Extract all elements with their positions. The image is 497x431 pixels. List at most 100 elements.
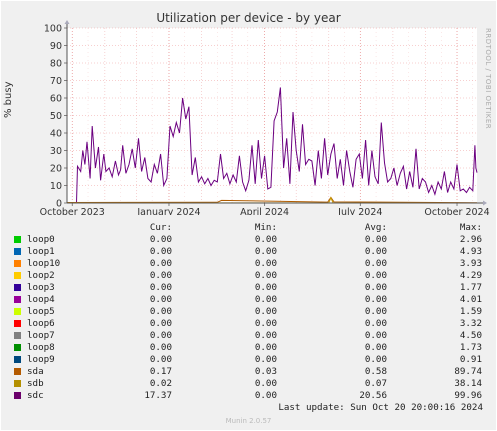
legend-max: 1.59 <box>459 306 482 317</box>
x-tick-labels: October 2023 January 2024 April 2024 July 2… <box>40 207 490 215</box>
legend-min: 0.00 <box>254 330 277 341</box>
legend-avg: 20.56 <box>359 390 387 401</box>
legend-avg: 0.00 <box>364 354 387 365</box>
legend-row-sda: sda 0.17 0.03 0.58 89.74 <box>12 366 490 378</box>
legend-min: 0.03 <box>254 366 277 377</box>
legend-row-loop3: loop3 0.00 0.00 0.00 1.77 <box>12 282 490 294</box>
legend-max: 1.77 <box>459 282 482 293</box>
legend-name: sdb <box>27 378 44 389</box>
legend-name: sdc <box>27 390 44 401</box>
legend-name: loop9 <box>27 354 55 365</box>
legend-swatch <box>14 392 21 399</box>
header-avg: Avg: <box>364 222 387 233</box>
legend-row-loop4: loop4 0.00 0.00 0.00 4.01 <box>12 294 490 306</box>
y-tick-label: 30 <box>50 146 62 157</box>
legend-name: loop10 <box>27 258 61 269</box>
legend-cur: 0.00 <box>149 354 172 365</box>
legend-max: 0.91 <box>459 354 482 365</box>
y-tick-label: 100 <box>44 24 62 35</box>
legend-swatch <box>14 320 21 327</box>
legend-avg: 0.00 <box>364 306 387 317</box>
y-tick-label: 80 <box>50 59 62 70</box>
x-tick-label: July 2024 <box>337 207 382 215</box>
legend-name: loop0 <box>27 234 55 245</box>
legend-max: 2.96 <box>459 234 482 245</box>
legend-min: 0.00 <box>254 234 277 245</box>
legend-avg: 0.00 <box>364 294 387 305</box>
legend-swatch <box>14 296 21 303</box>
legend-max: 4.01 <box>459 294 482 305</box>
legend-name: sda <box>27 366 44 377</box>
legend-name: loop6 <box>27 318 55 329</box>
legend-cur: 0.00 <box>149 342 172 353</box>
legend-swatch <box>14 368 21 375</box>
y-tick-labels: 0102030405060708090100 <box>44 24 62 210</box>
legend-avg: 0.00 <box>364 258 387 269</box>
legend-min: 0.00 <box>254 282 277 293</box>
x-tick-label: January 2024 <box>136 207 200 215</box>
legend-row-loop8: loop8 0.00 0.00 0.00 1.73 <box>12 342 490 354</box>
legend-header: Cur: Min: Avg: Max: <box>12 222 490 234</box>
legend-cur: 17.37 <box>144 390 172 401</box>
utilization-chart: 0102030405060708090100 October 2023 Janua… <box>40 20 490 215</box>
legend-name: loop3 <box>27 282 55 293</box>
legend-cur: 0.00 <box>149 306 172 317</box>
legend-cur: 0.00 <box>149 258 172 269</box>
legend-cur: 0.00 <box>149 270 172 281</box>
legend-min: 0.00 <box>254 306 277 317</box>
legend-swatch <box>14 272 21 279</box>
x-tick-label: April 2024 <box>240 207 289 215</box>
legend-min: 0.00 <box>254 294 277 305</box>
legend-cur: 0.00 <box>149 246 172 257</box>
legend-cur: 0.00 <box>149 282 172 293</box>
legend-name: loop5 <box>27 306 55 317</box>
legend-avg: 0.58 <box>364 366 387 377</box>
legend-avg: 0.00 <box>364 318 387 329</box>
legend-avg: 0.00 <box>364 270 387 281</box>
legend-cur: 0.00 <box>149 234 172 245</box>
legend-min: 0.00 <box>254 318 277 329</box>
legend-cur: 0.02 <box>149 378 172 389</box>
legend-min: 0.00 <box>254 258 277 269</box>
legend-max: 4.29 <box>459 270 482 281</box>
legend-swatch <box>14 380 21 387</box>
legend-max: 38.14 <box>454 378 482 389</box>
legend-name: loop4 <box>27 294 55 305</box>
legend-row-loop6: loop6 0.00 0.00 0.00 3.32 <box>12 318 490 330</box>
legend-row-loop2: loop2 0.00 0.00 0.00 4.29 <box>12 270 490 282</box>
legend-max: 99.96 <box>454 390 482 401</box>
header-cur: Cur: <box>149 222 172 233</box>
legend-min: 0.00 <box>254 354 277 365</box>
legend-row-loop10: loop10 0.00 0.00 0.00 3.93 <box>12 258 490 270</box>
legend-swatch <box>14 236 21 243</box>
y-tick-label: 50 <box>50 111 62 122</box>
legend-row-loop9: loop9 0.00 0.00 0.00 0.91 <box>12 354 490 366</box>
legend-swatch <box>14 356 21 363</box>
legend-swatch <box>14 284 21 291</box>
legend-row-loop7: loop7 0.00 0.00 0.00 4.50 <box>12 330 490 342</box>
legend-avg: 0.00 <box>364 246 387 257</box>
legend-avg: 0.07 <box>364 378 387 389</box>
header-min: Min: <box>254 222 277 233</box>
legend-swatch <box>14 344 21 351</box>
legend-cur: 0.00 <box>149 318 172 329</box>
legend-cur: 0.00 <box>149 294 172 305</box>
legend-max: 1.73 <box>459 342 482 353</box>
legend-swatch <box>14 332 21 339</box>
legend-avg: 0.00 <box>364 330 387 341</box>
legend-row-loop5: loop5 0.00 0.00 0.00 1.59 <box>12 306 490 318</box>
x-axis-arrow <box>483 200 487 206</box>
legend-max: 4.93 <box>459 246 482 257</box>
legend-avg: 0.00 <box>364 234 387 245</box>
legend-swatch <box>14 260 21 267</box>
y-tick-label: 10 <box>50 181 62 192</box>
y-tick-label: 40 <box>50 129 62 140</box>
legend-row-sdb: sdb 0.02 0.00 0.07 38.14 <box>12 378 490 390</box>
legend-swatch <box>14 308 21 315</box>
x-tick-label: October 2023 <box>40 207 105 215</box>
legend-swatch <box>14 248 21 255</box>
legend-min: 0.00 <box>254 390 277 401</box>
x-tick-label: October 2024 <box>424 207 489 215</box>
legend-name: loop7 <box>27 330 55 341</box>
legend-cur: 0.17 <box>149 366 172 377</box>
